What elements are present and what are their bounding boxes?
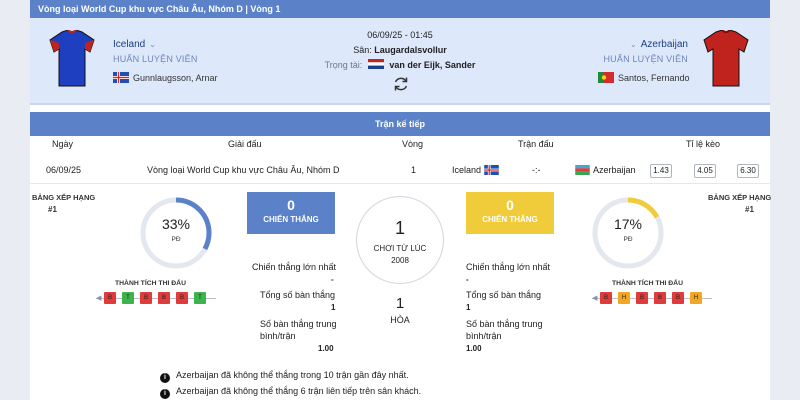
col-round-header: Vòng	[402, 139, 424, 149]
home-rank-label: BẢNG XẾP HẠNG	[32, 193, 96, 202]
away-form-arrow-icon: ◀	[592, 295, 598, 302]
note-2: i Azerbaijan đã không thể thắng 6 trận li…	[160, 386, 421, 399]
away-form-result[interactable]: B	[672, 292, 684, 304]
row-score: -:-	[532, 165, 541, 175]
row-away-team[interactable]: Azerbaijan	[593, 165, 636, 175]
stadium-label: Sân:	[353, 45, 372, 55]
iceland-flag-icon	[484, 165, 499, 175]
away-jersey-icon	[703, 30, 749, 87]
referee-label: Trọng tài:	[324, 60, 363, 70]
col-date-header: Ngày	[52, 139, 74, 149]
odds-away[interactable]: 6.30	[737, 164, 759, 178]
row-league: Vòng loại World Cup khu vực Châu Âu, Nhó…	[147, 165, 340, 175]
home-form-result[interactable]: B	[104, 292, 116, 304]
away-form-result[interactable]: B	[654, 292, 666, 304]
away-form-result[interactable]: H	[690, 292, 702, 304]
home-form-label: THÀNH TÍCH THI ĐẤU	[115, 280, 186, 287]
home-win-ring	[140, 197, 212, 269]
away-win-ring	[592, 197, 664, 269]
home-pct: 33%	[161, 216, 191, 232]
away-avg-goals-value: 1.00	[466, 344, 482, 353]
row-date: 06/09/25	[46, 165, 82, 175]
away-form-label: THÀNH TÍCH THI ĐẤU	[612, 280, 683, 287]
match-info: 06/09/25 - 01:45 Sân: Laugardalsvollur T…	[290, 28, 510, 73]
away-form-result[interactable]: H	[618, 292, 630, 304]
row-round: 1	[411, 165, 417, 175]
draws-count: 1	[395, 295, 405, 312]
referee-row: Trọng tài: van der Eijk, Sander	[290, 58, 510, 73]
home-wins-box: 0 CHIẾN THẮNG	[247, 192, 335, 234]
home-form-result[interactable]: T	[194, 292, 206, 304]
home-biggest-win-value: -	[331, 275, 334, 284]
odds-home[interactable]: 1.43	[650, 164, 672, 178]
home-wins-count: 0	[287, 197, 295, 213]
away-pct: 17%	[613, 216, 643, 232]
info-icon: i	[160, 373, 170, 383]
away-total-goals-label: Tổng số bàn thắng	[466, 290, 542, 300]
away-rank-label: BẢNG XẾP HẠNG	[708, 193, 772, 202]
draws-label: HÒA	[390, 315, 410, 325]
since-year: 2008	[391, 256, 409, 265]
stadium-row: Sân: Laugardalsvollur	[290, 43, 510, 58]
away-avg-goals-label: Số bàn thắng trung bình/trận	[466, 319, 543, 341]
iceland-flag-icon	[113, 72, 129, 83]
row-home-team[interactable]: Iceland	[452, 165, 481, 175]
col-match-header: Trận đấu	[518, 139, 554, 149]
away-form-result[interactable]: B	[636, 292, 648, 304]
home-rank-value: #1	[48, 205, 57, 214]
home-coach-label: HUẤN LUYỆN VIÊN	[113, 54, 198, 64]
home-form-result[interactable]: B	[158, 292, 170, 304]
home-form-result[interactable]: B	[140, 292, 152, 304]
home-form-arrow-icon: ◀	[96, 295, 102, 302]
home-wins-label: CHIẾN THẮNG	[263, 215, 319, 224]
meetings-circle	[356, 196, 444, 284]
home-team-name[interactable]: Iceland ⌄	[113, 39, 156, 50]
away-pct-sub: PĐ	[623, 236, 633, 243]
away-team-name[interactable]: ⌄ Azerbaijan	[630, 39, 688, 50]
away-wins-count: 0	[506, 197, 514, 213]
meetings-count: 1	[394, 218, 405, 238]
away-total-goals-value: 1	[466, 303, 471, 312]
home-avg-goals-value: 1.00	[318, 344, 334, 353]
referee-name: van der Eijk, Sander	[389, 60, 476, 70]
info-icon: i	[160, 389, 170, 399]
away-wins-box: 0 CHIẾN THẮNG	[466, 192, 554, 234]
since-label: CHƠI TỪ LÚC	[373, 244, 427, 253]
col-league-header: Giải đấu	[228, 139, 262, 149]
away-rank-value: #1	[745, 205, 754, 214]
home-jersey-icon	[49, 30, 95, 87]
netherlands-flag-icon	[367, 59, 384, 69]
away-coach-name: Santos, Fernando	[618, 73, 690, 83]
home-total-goals-value: 1	[331, 303, 336, 312]
home-pct-sub: PĐ	[171, 236, 181, 243]
match-datetime: 06/09/25 - 01:45	[367, 30, 433, 40]
away-coach-label: HUẤN LUYỆN VIÊN	[603, 54, 688, 64]
away-wins-label: CHIẾN THẮNG	[482, 215, 538, 224]
away-biggest-win-value: -	[466, 275, 469, 284]
competition-title: Vòng loại World Cup khu vực Châu Âu, Nhó…	[30, 0, 770, 18]
portugal-flag-icon	[598, 72, 614, 83]
away-form-result[interactable]: B	[600, 292, 612, 304]
azerbaijan-flag-icon	[575, 165, 590, 175]
home-biggest-win-label: Chiến thắng lớn nhất	[252, 262, 336, 272]
home-avg-goals-label: Số bàn thắng trung bình/trận	[260, 319, 337, 341]
home-coach-name: Gunnlaugsson, Arnar	[133, 73, 218, 83]
odds-draw[interactable]: 4.05	[694, 164, 716, 178]
home-total-goals-label: Tổng số bàn thắng	[260, 290, 336, 300]
next-match-title: Trận kế tiếp	[30, 112, 770, 136]
refresh-icon[interactable]	[392, 75, 410, 93]
note-1: i Azerbaijan đã không thể thắng trong 10 …	[160, 370, 409, 383]
away-biggest-win-label: Chiến thắng lớn nhất	[466, 262, 550, 272]
stadium-name: Laugardalsvollur	[374, 45, 447, 55]
col-odds-header: Tỉ lệ kèo	[686, 139, 721, 149]
home-form-result[interactable]: B	[176, 292, 188, 304]
home-form-result[interactable]: T	[122, 292, 134, 304]
